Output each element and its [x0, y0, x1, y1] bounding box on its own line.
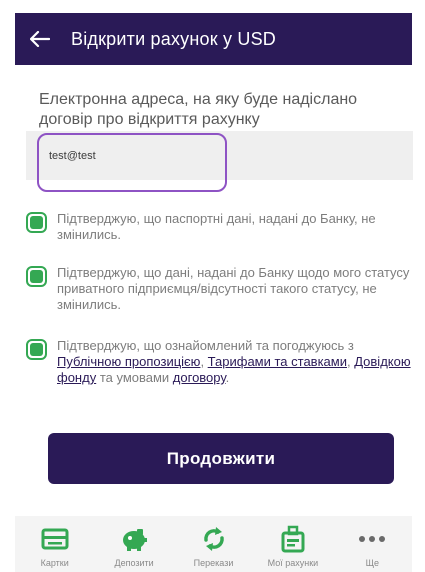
confirm-passport-row[interactable]: Підтверджую, що паспортні дані, надані д…	[26, 211, 418, 243]
page-title: Відкрити рахунок у USD	[71, 28, 277, 49]
nav-label-cards: Картки	[40, 558, 69, 568]
arrow-left-icon	[30, 31, 50, 47]
terms-suffix: .	[225, 370, 230, 385]
piggy-bank-icon	[119, 526, 149, 552]
more-icon	[357, 526, 387, 552]
confirm-passport-text: Підтверджую, що паспортні дані, надані д…	[57, 211, 376, 242]
nav-label-deposits: Депозити	[114, 558, 154, 568]
email-label: Електронна адреса, на яку буде надіслано…	[39, 91, 358, 128]
checkbox-checked-mark	[30, 216, 43, 229]
continue-button[interactable]: Продовжити	[48, 433, 394, 484]
nav-label-transfers: Перекази	[193, 558, 234, 568]
contract-link[interactable]: договору	[173, 370, 226, 385]
nav-item-accounts[interactable]: Мої рахунки	[253, 516, 332, 572]
nav-item-deposits[interactable]: Депозити	[94, 516, 173, 572]
checkbox-status[interactable]	[26, 266, 47, 287]
bottom-navigation: Картки Депозити Перекази Мої рахунки Ще	[15, 516, 412, 572]
nav-label-more: Ще	[365, 558, 380, 568]
tariffs-link[interactable]: Тарифами та ставками	[208, 354, 347, 369]
email-field[interactable]	[37, 133, 227, 192]
nav-item-more[interactable]: Ще	[333, 516, 412, 572]
email-value: test@test	[49, 150, 96, 162]
nav-item-cards[interactable]: Картки	[15, 516, 94, 572]
back-button[interactable]	[19, 13, 61, 65]
confirm-terms-text: Підтверджую, що ознайомлений та погоджую…	[57, 338, 418, 386]
transfer-icon	[199, 526, 229, 552]
public-offer-link[interactable]: Публічною пропозицією	[57, 354, 200, 369]
confirm-status-row[interactable]: Підтверджую, що дані, надані до Банку що…	[26, 265, 418, 313]
checkbox-checked-mark	[30, 343, 43, 356]
confirm-status-text: Підтверджую, що дані, надані до Банку що…	[57, 265, 410, 312]
accounts-icon	[278, 525, 308, 553]
terms-sep-1: ,	[200, 354, 208, 369]
checkbox-terms[interactable]	[26, 339, 47, 360]
confirm-terms-row[interactable]: Підтверджую, що ознайомлений та погоджую…	[26, 338, 418, 386]
terms-prefix: Підтверджую, що ознайомлений та погоджую…	[57, 338, 354, 353]
checkbox-passport[interactable]	[26, 212, 47, 233]
card-icon	[40, 526, 70, 552]
checkbox-checked-mark	[30, 270, 43, 283]
nav-label-accounts: Мої рахунки	[267, 558, 319, 568]
terms-mid: та умовами	[96, 370, 173, 385]
app-header: Відкрити рахунок у USD	[15, 13, 412, 65]
nav-item-transfers[interactable]: Перекази	[174, 516, 253, 572]
